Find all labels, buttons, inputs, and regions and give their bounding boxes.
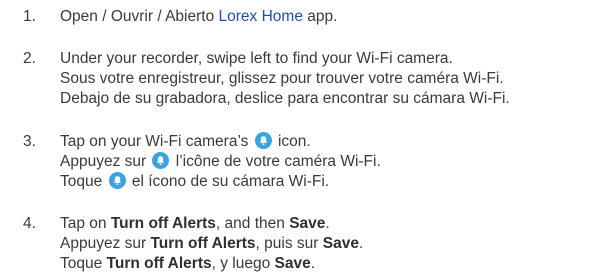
bell-icon [254,132,272,149]
step-line-fr: Sous votre enregistreur, glissez pour tr… [60,70,504,87]
text-segment: , and then [215,215,290,232]
bell-icon [152,152,170,169]
step-number: 4. [23,215,36,232]
text-segment: Appuyez sur [60,153,151,170]
step-number: 2. [23,50,36,67]
text-segment: . [325,215,330,232]
step-text: Open / Ouvrir / Abierto Lorex Home app. [60,7,590,27]
text-segment: Tap on your Wi-Fi camera’s [60,133,253,150]
text-segment: Open / Ouvrir / Abierto [60,8,219,25]
text-segment: icon. [273,133,311,150]
turn-off-alerts-label: Turn off Alerts [106,255,212,272]
save-label: Save [322,235,359,252]
bell-icon [108,172,126,189]
step-text: Under your recorder, swipe left to find … [60,49,590,109]
step-line-fr: Appuyez sur Turn off Alerts, puis sur Sa… [60,234,590,254]
step-line: Open / Ouvrir / Abierto Lorex Home app. [60,7,590,27]
text-segment: app. [302,8,338,25]
text-segment: , y luego [211,255,275,272]
text-segment: l’icône de votre caméra Wi-Fi. [171,153,381,170]
step-line-en: Tap on Turn off Alerts, and then Save. [60,214,590,234]
text-segment: Toque [60,173,107,190]
step-line-es: Debajo de su grabadora, deslice para enc… [60,90,510,107]
text-segment: Tap on [60,215,111,232]
text-segment: Appuyez sur [60,235,151,252]
instruction-list: 1. Open / Ouvrir / Abierto Lorex Home ap… [0,0,590,277]
text-segment: , puis sur [255,235,323,252]
step-line-en: Tap on your Wi-Fi camera’s icon. [60,132,590,152]
step-line-es: Toque el ícono de su cámara Wi-Fi. [60,172,590,192]
step-line-fr: Appuyez sur l’icône de votre caméra Wi-F… [60,152,590,172]
text-segment: el ícono de su cámara Wi-Fi. [127,173,330,190]
save-label: Save [274,255,311,272]
step-line-es: Toque Turn off Alerts, y luego Save. [60,254,590,274]
step-text: Tap on Turn off Alerts, and then Save. A… [60,214,590,274]
app-name: Lorex Home [218,8,303,25]
step-number: 3. [23,133,36,150]
text-segment: . [358,235,364,252]
text-segment: Toque [60,255,107,272]
save-label: Save [289,215,326,232]
step-text: Tap on your Wi-Fi camera’s icon. Appuyez… [60,132,590,192]
step-line-en: Under your recorder, swipe left to find … [60,50,453,67]
turn-off-alerts-label: Turn off Alerts [110,215,216,232]
turn-off-alerts-label: Turn off Alerts [150,235,256,252]
step-number: 1. [23,8,36,25]
text-segment: . [310,255,316,272]
